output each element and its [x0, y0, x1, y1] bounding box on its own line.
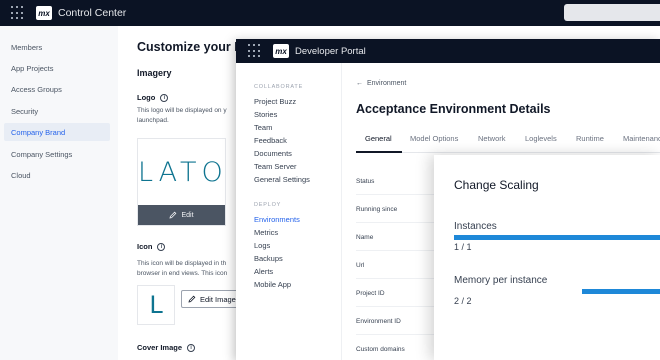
change-scaling-title: Change Scaling	[454, 178, 539, 192]
logo-edit-button[interactable]: Edit	[138, 205, 225, 225]
instances-value: 1 / 1	[454, 242, 472, 252]
icon-description: This icon will be displayed in th browse…	[137, 259, 237, 279]
control-center-topbar: mx Control Center	[0, 0, 660, 26]
logo-description-line: launchpad.	[137, 117, 169, 124]
logo-edit-label: Edit	[181, 211, 194, 219]
info-icon[interactable]: i	[157, 242, 166, 251]
info-icon[interactable]: i	[160, 93, 169, 102]
memory-slider[interactable]	[582, 289, 660, 294]
tab-model-options[interactable]: Model Options	[410, 134, 458, 143]
tab-maintenance[interactable]: Maintenance	[623, 134, 660, 143]
tab-loglevels[interactable]: Loglevels	[525, 134, 557, 143]
nav-team-server[interactable]: Team Server	[254, 162, 297, 171]
tab-network[interactable]: Network	[478, 134, 506, 143]
sidebar-item-cloud[interactable]: Cloud	[4, 166, 110, 184]
app-switcher-icon[interactable]	[248, 44, 262, 58]
tab-runtime[interactable]: Runtime	[576, 134, 604, 143]
mendix-logo-icon: mx	[273, 44, 289, 58]
pencil-icon	[169, 211, 177, 219]
logo-description: This logo will be displayed on y launchp…	[137, 106, 237, 126]
memory-value: 2 / 2	[454, 296, 472, 306]
back-link-label: Environment	[367, 80, 407, 87]
icon-description-line: This icon will be displayed in th	[137, 260, 227, 267]
sidebar-item-members[interactable]: Members	[4, 38, 110, 56]
sidebar-item-company-settings[interactable]: Company Settings	[4, 145, 110, 163]
change-scaling-panel: Change Scaling Instances 1 / 1 Memory pe…	[434, 155, 660, 360]
instances-slider[interactable]	[454, 235, 660, 240]
sidebar-item-access-groups[interactable]: Access Groups	[4, 80, 110, 98]
nav-backups[interactable]: Backups	[254, 254, 283, 263]
edit-image-button[interactable]: Edit Image	[181, 290, 241, 308]
nav-logs[interactable]: Logs	[254, 241, 270, 250]
sidebar-item-security[interactable]: Security	[4, 102, 110, 120]
active-tab-indicator	[356, 151, 402, 153]
sidebar-item-company-brand[interactable]: Company Brand	[4, 123, 110, 141]
app-title: Developer Portal	[295, 45, 366, 57]
nav-stories[interactable]: Stories	[254, 110, 277, 119]
app-title: Control Center	[58, 7, 127, 19]
control-center-sidebar: Members App Projects Access Groups Secur…	[0, 26, 118, 360]
app-switcher-icon[interactable]	[11, 6, 25, 20]
instances-slider-fill	[454, 235, 660, 240]
nav-metrics[interactable]: Metrics	[254, 228, 278, 237]
cover-image-label-text: Cover Image	[137, 343, 183, 352]
icon-label-text: Icon	[137, 242, 153, 251]
logo-label: Logo i	[137, 93, 169, 102]
edit-image-label: Edit Image	[200, 294, 236, 304]
section-deploy: DEPLOY	[254, 202, 282, 208]
logo-description-line: This logo will be displayed on y	[137, 107, 227, 114]
icon-preview: L	[137, 285, 175, 325]
nav-team[interactable]: Team	[254, 123, 272, 132]
instances-label: Instances	[454, 221, 497, 232]
developer-portal-topbar: mx Developer Portal	[236, 39, 660, 63]
environment-tabs: General Model Options Network Loglevels …	[356, 131, 660, 153]
developer-portal-sidebar: COLLABORATE Project Buzz Stories Team Fe…	[236, 63, 342, 360]
nav-general-settings[interactable]: General Settings	[254, 175, 310, 184]
environment-title: Acceptance Environment Details	[356, 102, 551, 116]
sidebar-item-app-projects[interactable]: App Projects	[4, 59, 110, 77]
imagery-heading: Imagery	[137, 68, 172, 78]
nav-project-buzz[interactable]: Project Buzz	[254, 97, 296, 106]
icon-description-line: browser in end views. This icon	[137, 270, 228, 277]
section-collaborate: COLLABORATE	[254, 84, 304, 90]
nav-environments[interactable]: Environments	[254, 215, 300, 224]
nav-feedback[interactable]: Feedback	[254, 136, 287, 145]
nav-alerts[interactable]: Alerts	[254, 267, 273, 276]
back-link[interactable]: ← Environment	[356, 80, 406, 87]
search-input[interactable]	[564, 4, 660, 21]
tab-general[interactable]: General	[365, 134, 392, 143]
logo-preview-card: LATO Edit	[137, 138, 226, 226]
logo-preview: LATO	[138, 157, 228, 188]
nav-documents[interactable]: Documents	[254, 149, 292, 158]
arrow-left-icon: ←	[356, 80, 363, 87]
nav-mobile-app[interactable]: Mobile App	[254, 280, 291, 289]
mendix-logo-icon: mx	[36, 6, 52, 20]
cover-image-label: Cover Image i	[137, 343, 196, 352]
memory-slider-fill	[582, 289, 660, 294]
logo-label-text: Logo	[137, 93, 156, 102]
memory-label: Memory per instance	[454, 275, 548, 286]
pencil-icon	[188, 295, 196, 303]
info-icon[interactable]: i	[187, 343, 196, 352]
icon-label: Icon i	[137, 242, 166, 251]
